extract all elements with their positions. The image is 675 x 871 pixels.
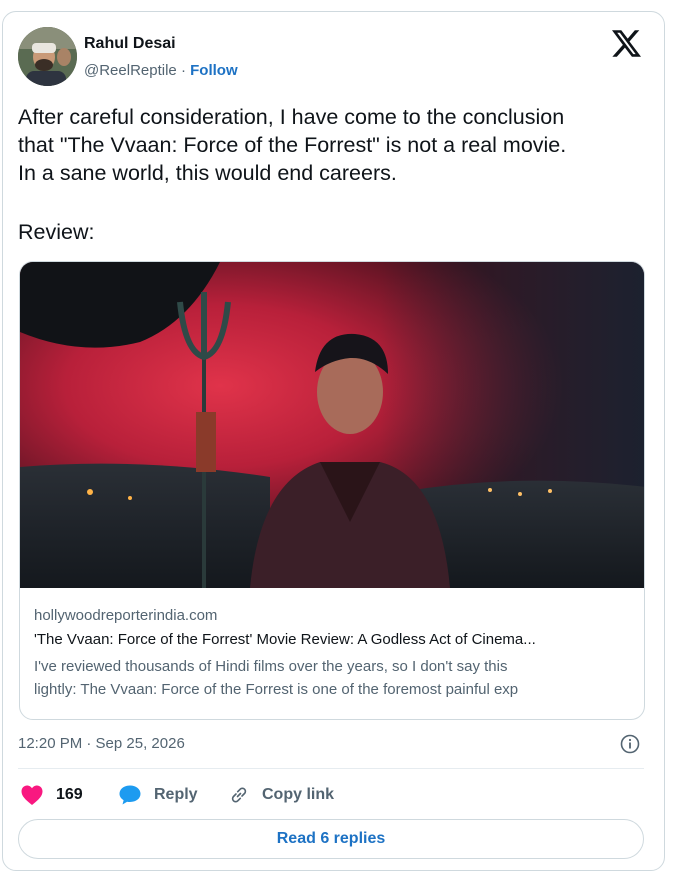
read-replies-label: Read 6 replies — [276, 830, 386, 847]
tweet-text-line: After careful consideration, I have come… — [18, 105, 565, 129]
reply-label: Reply — [154, 786, 198, 803]
tweet-text-line: that "The Vvaan: Force of the Forrest" i… — [18, 133, 567, 157]
avatar[interactable] — [18, 27, 77, 86]
author-handle-line: @ReelReptile · Follow — [84, 62, 238, 79]
link-title[interactable]: 'The Vvaan: Force of the Forrest' Movie … — [34, 631, 632, 648]
like-count: 169 — [56, 786, 83, 803]
like-button[interactable]: 169 — [20, 784, 83, 806]
heart-icon — [21, 785, 43, 805]
info-icon[interactable] — [619, 733, 641, 755]
follow-link[interactable]: Follow — [190, 62, 238, 79]
copy-link-label: Copy link — [262, 786, 335, 803]
handle-separator: · — [176, 62, 191, 79]
link-icon — [231, 787, 247, 803]
author-handle[interactable]: @ReelReptile — [84, 62, 177, 79]
review-label: Review: — [18, 220, 95, 244]
copy-link-button[interactable]: Copy link — [228, 784, 334, 806]
link-description-line: lightly: The Vvaan: Force of the Forrest… — [34, 681, 519, 698]
author-name[interactable]: Rahul Desai — [84, 35, 176, 53]
link-description-line: I've reviewed thousands of Hindi films o… — [34, 658, 508, 675]
reply-button[interactable]: Reply — [118, 784, 198, 806]
read-replies-button[interactable]: Read 6 replies — [18, 819, 644, 859]
speech-bubble-icon — [119, 785, 141, 805]
tweet-timestamp[interactable]: 12:20 PM · Sep 25, 2026 — [18, 735, 185, 752]
divider — [18, 768, 644, 769]
link-domain[interactable]: hollywoodreporterindia.com — [34, 607, 217, 624]
link-description: I've reviewed thousands of Hindi films o… — [34, 655, 634, 701]
tweet-text-line: In a sane world, this would end careers. — [18, 161, 397, 185]
movie-still-image[interactable] — [20, 262, 645, 588]
link-preview-card[interactable]: hollywoodreporterindia.com 'The Vvaan: F… — [19, 261, 645, 720]
x-logo-icon[interactable] — [612, 30, 641, 57]
tweet-text: After careful consideration, I have come… — [18, 103, 648, 187]
